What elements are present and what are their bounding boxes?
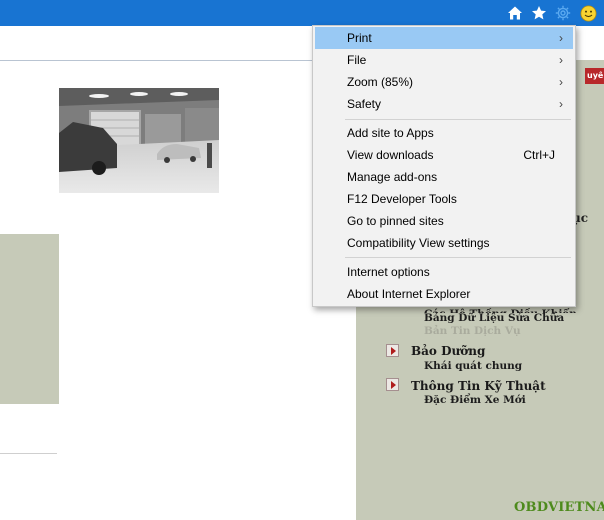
menu-item-label: About Internet Explorer — [347, 287, 471, 301]
menu-item-safety[interactable]: Safety › — [315, 93, 573, 115]
menu-item-label: Print — [347, 31, 372, 45]
garage-photo — [59, 88, 219, 193]
menu-item-label: Safety — [347, 97, 382, 111]
menu-item-label: Zoom (85%) — [347, 75, 414, 89]
menu-item-f12-developer-tools[interactable]: F12 Developer Tools — [315, 188, 573, 210]
menu-item-compatibility-view-settings[interactable]: Compatibility View settings — [315, 232, 573, 254]
submenu-arrow-icon: › — [559, 53, 563, 67]
left-divider — [0, 453, 57, 454]
submenu-arrow-icon: › — [559, 97, 563, 111]
bullet-arrow-icon — [386, 378, 399, 391]
menu-item-print[interactable]: Print › — [315, 27, 573, 49]
section-bao-duong[interactable]: Bảo Dưỡng — [411, 344, 485, 358]
red-label-tag: uyên — [585, 68, 604, 84]
link-ban-tin-dich-vu[interactable]: Bản Tin Dịch Vụ — [424, 325, 521, 337]
menu-separator — [345, 257, 571, 258]
menu-item-internet-options[interactable]: Internet options — [315, 261, 573, 283]
obdvietnam-watermark: OBDVIETNAM — [514, 500, 604, 515]
submenu-arrow-icon: › — [559, 75, 563, 89]
menu-item-label: File — [347, 53, 367, 67]
menu-item-about-internet-explorer[interactable]: About Internet Explorer — [315, 283, 573, 305]
favorites-star-icon[interactable] — [529, 3, 549, 23]
feedback-smiley-icon[interactable] — [578, 3, 598, 23]
menu-item-view-downloads[interactable]: View downloads Ctrl+J — [315, 144, 573, 166]
tools-dropdown-menu: Print › File › Zoom (85%) › Safety › Add… — [312, 25, 576, 307]
menu-item-file[interactable]: File › — [315, 49, 573, 71]
menu-item-label: F12 Developer Tools — [347, 192, 457, 206]
menu-item-shortcut: Ctrl+J — [523, 148, 555, 162]
menu-item-add-site-to-apps[interactable]: Add site to Apps — [315, 122, 573, 144]
menu-item-label: Add site to Apps — [347, 126, 434, 140]
menu-item-zoom[interactable]: Zoom (85%) › — [315, 71, 573, 93]
menu-separator — [345, 119, 571, 120]
section-thong-tin-ky-thuat[interactable]: Thông Tin Kỹ Thuật — [411, 379, 546, 393]
menu-item-go-to-pinned-sites[interactable]: Go to pinned sites — [315, 210, 573, 232]
bullet-arrow-icon — [386, 344, 399, 357]
menu-item-label: Compatibility View settings — [347, 236, 490, 250]
menu-item-label: Go to pinned sites — [347, 214, 444, 228]
submenu-arrow-icon: › — [559, 31, 563, 45]
link-bang-du-lieu-sua-chua[interactable]: Bảng Dữ Liệu Sửa Chữa — [424, 312, 564, 324]
menu-item-label: Internet options — [347, 265, 430, 279]
left-sidebar-panel — [0, 234, 59, 404]
menu-item-manage-add-ons[interactable]: Manage add-ons — [315, 166, 573, 188]
menu-item-label: Manage add-ons — [347, 170, 438, 184]
link-dac-diem-xe-moi[interactable]: Đặc Điểm Xe Mới — [424, 394, 526, 406]
tools-gear-icon[interactable] — [553, 3, 573, 23]
browser-titlebar — [0, 0, 604, 26]
menu-item-label: View downloads — [347, 148, 434, 162]
home-icon[interactable] — [505, 3, 525, 23]
link-khai-quat-chung[interactable]: Khái quát chung — [424, 360, 522, 372]
